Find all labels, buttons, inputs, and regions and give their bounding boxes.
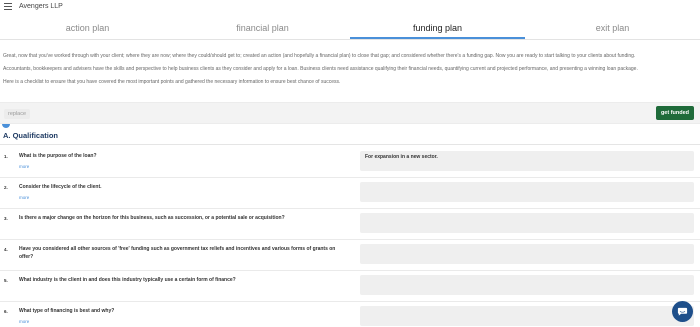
answer-field[interactable] bbox=[360, 182, 694, 202]
answer-field[interactable]: For expansion in a new sector. bbox=[360, 151, 694, 171]
tab-exit-plan[interactable]: exit plan bbox=[525, 16, 700, 39]
section-title: A. Qualification bbox=[3, 131, 59, 140]
tab-action-plan[interactable]: action plan bbox=[0, 16, 175, 39]
company-name: Avengers LLP bbox=[19, 2, 63, 10]
section-divider bbox=[0, 144, 700, 145]
question-text: Have you considered all other sources of… bbox=[19, 246, 336, 260]
question-number: 1. bbox=[4, 154, 8, 159]
action-bar: replace get funded bbox=[0, 102, 700, 124]
question-number: 5. bbox=[4, 278, 8, 283]
answer-field[interactable] bbox=[360, 244, 694, 264]
question-text: Consider the lifecycle of the client. bbox=[19, 184, 102, 190]
tab-financial-plan[interactable]: financial plan bbox=[175, 16, 350, 39]
tab-funding-plan[interactable]: funding plan bbox=[350, 16, 525, 39]
question-row: 5. What industry is the client in and do… bbox=[0, 272, 700, 302]
intro-paragraph-3: Here is a checklist to ensure that you h… bbox=[3, 78, 341, 85]
hamburger-menu-icon[interactable] bbox=[4, 2, 12, 10]
question-row: 2. Consider the lifecycle of the client.… bbox=[0, 179, 700, 209]
more-link[interactable]: more bbox=[19, 319, 29, 324]
intro-text: Great, now that you've worked through wi… bbox=[3, 53, 693, 92]
top-bar: Avengers LLP bbox=[0, 0, 700, 12]
question-number: 6. bbox=[4, 309, 8, 314]
question-number: 3. bbox=[4, 216, 8, 221]
plan-tabs: action plan financial plan funding plan … bbox=[0, 16, 700, 40]
get-funded-button[interactable]: get funded bbox=[656, 106, 694, 120]
question-row: 6. What type of financing is best and wh… bbox=[0, 303, 700, 327]
intro-paragraph-2: Accountants, bookkeepers and advisers ha… bbox=[3, 65, 638, 72]
chat-bubble-icon bbox=[677, 307, 688, 316]
more-link[interactable]: more bbox=[19, 164, 29, 169]
question-text: What type of financing is best and why? bbox=[19, 308, 115, 314]
question-row: 1. What is the purpose of the loan? more… bbox=[0, 148, 700, 178]
chat-button[interactable] bbox=[672, 301, 693, 322]
collapse-toggle-icon[interactable] bbox=[2, 124, 10, 128]
more-link[interactable]: more bbox=[19, 195, 29, 200]
question-row: 3. Is there a major change on the horizo… bbox=[0, 210, 700, 240]
question-number: 4. bbox=[4, 247, 8, 252]
question-row: 4. Have you considered all other sources… bbox=[0, 241, 700, 271]
question-text: Is there a major change on the horizon f… bbox=[19, 215, 285, 221]
answer-field[interactable] bbox=[360, 213, 694, 233]
answer-field[interactable] bbox=[360, 275, 694, 295]
question-text: What is the purpose of the loan? bbox=[19, 153, 97, 159]
answer-field[interactable] bbox=[360, 306, 694, 326]
intro-paragraph-1: Great, now that you've worked through wi… bbox=[3, 53, 636, 59]
question-text: What industry is the client in and does … bbox=[19, 277, 236, 283]
question-number: 2. bbox=[4, 185, 8, 190]
replace-button[interactable]: replace bbox=[4, 109, 31, 119]
